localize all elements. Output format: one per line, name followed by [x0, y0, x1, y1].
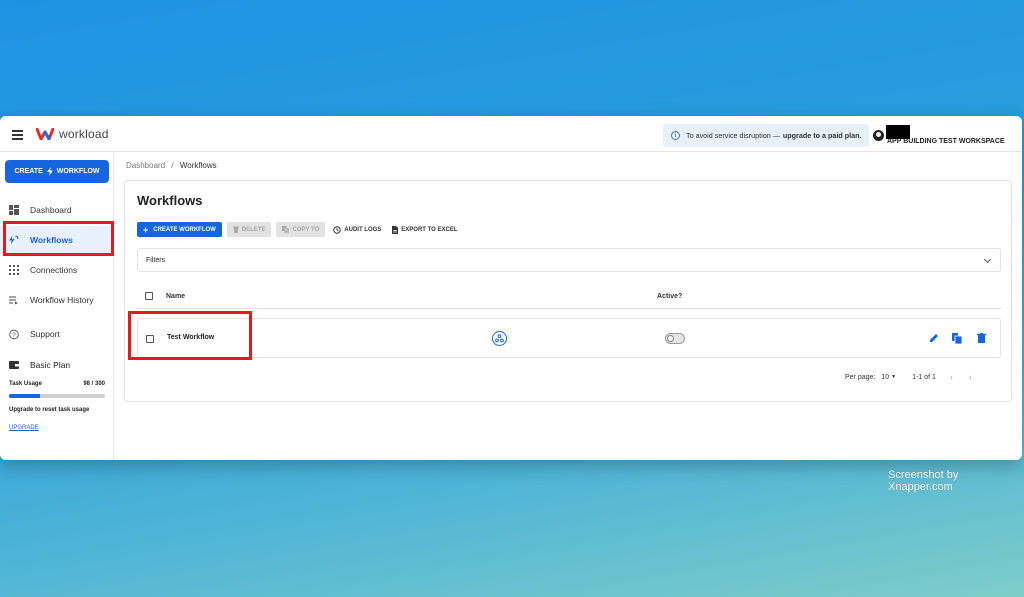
select-all-checkbox[interactable] — [145, 292, 153, 300]
toolbar: + CREATE WORKFLOW DELETE COPY TO AUDIT L… — [137, 222, 461, 237]
pagination: Per page: 10 ▼ 1-1 of 1 ‹ › — [845, 372, 972, 382]
row-checkbox[interactable] — [146, 335, 154, 343]
webhook-icon[interactable] — [492, 331, 507, 346]
upgrade-link[interactable]: UPGRADE — [9, 425, 39, 431]
sidebar-item-dashboard[interactable]: Dashboard — [0, 196, 114, 224]
workflow-name[interactable]: Test Workflow — [167, 334, 214, 341]
filters-panel[interactable]: Filters — [137, 248, 1001, 272]
sidebar-item-label: Connections — [30, 265, 78, 275]
workflows-icon — [9, 235, 19, 245]
task-usage-progress-fill — [9, 394, 41, 398]
task-usage-progress — [9, 394, 105, 398]
edit-icon[interactable] — [928, 331, 940, 345]
delete-row-icon[interactable] — [975, 331, 987, 345]
duplicate-icon[interactable] — [951, 331, 963, 345]
sidebar-item-label: Workflow History — [30, 295, 94, 305]
page-range: 1-1 of 1 — [912, 373, 936, 381]
top-bar: workload i To avoid service disruption —… — [0, 116, 1022, 152]
file-icon — [392, 225, 399, 234]
reset-usage-text: Upgrade to reset task usage — [9, 407, 90, 413]
copy-icon — [282, 226, 290, 233]
create-workflow-button[interactable]: + CREATE WORKFLOW — [137, 222, 222, 237]
active-toggle[interactable] — [665, 333, 685, 344]
delete-button[interactable]: DELETE — [226, 222, 272, 237]
page-title: Workflows — [137, 193, 203, 208]
menu-icon[interactable] — [12, 130, 23, 140]
upgrade-link[interactable]: upgrade to a paid plan. — [783, 131, 862, 140]
export-excel-button[interactable]: EXPORT TO EXCEL — [389, 222, 460, 237]
export-excel-label: EXPORT TO EXCEL — [401, 226, 458, 233]
sidebar: CREATE WORKFLOW Dashboard Workflows Conn… — [0, 152, 114, 460]
copy-to-button[interactable]: COPY TO — [276, 222, 326, 237]
per-page-select[interactable]: 10 ▼ — [881, 374, 896, 381]
sidebar-item-workflow-history[interactable]: Workflow History — [0, 286, 114, 314]
upgrade-notice: i To avoid service disruption — upgrade … — [663, 124, 869, 147]
sidebar-item-label: Workflows — [30, 235, 73, 245]
table-row[interactable]: Test Workflow — [137, 318, 1001, 358]
info-icon: i — [671, 131, 680, 140]
breadcrumb-dashboard[interactable]: Dashboard — [126, 161, 165, 170]
task-usage-label: Task Usage — [9, 381, 42, 387]
sidebar-item-support[interactable]: ? Support — [0, 320, 114, 348]
audit-logs-button[interactable]: AUDIT LOGS — [330, 222, 384, 237]
clock-history-icon — [333, 225, 341, 234]
create-label: CREATE — [14, 168, 43, 175]
plus-icon: + — [143, 224, 149, 235]
app-window: workload i To avoid service disruption —… — [0, 116, 1022, 460]
notice-text: To avoid service disruption — — [686, 131, 780, 140]
sidebar-item-label: Dashboard — [30, 205, 72, 215]
task-usage: Task Usage 98 / 300 — [9, 381, 105, 387]
app-name: workload — [59, 127, 109, 141]
copy-to-label: COPY TO — [292, 226, 320, 233]
breadcrumb-separator: / — [171, 161, 174, 170]
breadcrumb: Dashboard / Workflows — [126, 161, 217, 170]
account-icon[interactable] — [873, 130, 884, 141]
column-header-active[interactable]: Active? — [657, 293, 682, 300]
bolt-icon — [46, 167, 53, 176]
sidebar-item-label: Support — [30, 329, 60, 339]
grid-icon — [9, 265, 19, 275]
caret-down-icon: ▼ — [891, 374, 897, 380]
chevron-down-icon[interactable] — [983, 255, 992, 264]
svg-text:?: ? — [12, 331, 16, 338]
per-page-value: 10 — [881, 373, 890, 381]
workload-logo-icon — [36, 128, 54, 140]
breadcrumb-current: Workflows — [179, 161, 217, 170]
workflows-card: Workflows + CREATE WORKFLOW DELETE COPY … — [124, 180, 1012, 402]
plan-name: Basic Plan — [30, 360, 71, 370]
history-list-icon — [9, 295, 19, 305]
prev-page-icon[interactable]: ‹ — [950, 372, 953, 382]
filters-label: Filters — [146, 256, 166, 264]
sidebar-item-connections[interactable]: Connections — [0, 256, 114, 284]
watermark: Screenshot by Xnapper.com — [888, 469, 959, 493]
task-usage-value: 98 / 300 — [83, 381, 105, 387]
redacted-username — [886, 125, 910, 139]
trash-icon — [232, 226, 239, 233]
workspace-name: APP BUILDING TEST WORKSPACE — [887, 138, 1005, 145]
plan-section: Basic Plan — [9, 360, 70, 370]
delete-label: DELETE — [241, 226, 266, 233]
account-menu[interactable]: APP BUILDING TEST WORKSPACE — [873, 125, 1013, 148]
next-page-icon[interactable]: › — [969, 372, 972, 382]
table-header: Name Active? — [137, 287, 1001, 309]
workflow-label: WORKFLOW — [56, 168, 100, 175]
wallet-icon — [9, 360, 19, 370]
create-workflow-sidebar-button[interactable]: CREATE WORKFLOW — [5, 160, 109, 183]
toggle-knob — [667, 335, 674, 342]
help-icon: ? — [9, 329, 19, 339]
dashboard-icon — [9, 205, 19, 215]
audit-logs-label: AUDIT LOGS — [344, 226, 382, 233]
column-header-name[interactable]: Name — [166, 293, 185, 300]
sidebar-item-workflows[interactable]: Workflows — [0, 226, 114, 254]
app-logo[interactable]: workload — [36, 127, 109, 141]
per-page-label: Per page: — [845, 373, 876, 381]
create-workflow-label: CREATE WORKFLOW — [153, 226, 216, 233]
